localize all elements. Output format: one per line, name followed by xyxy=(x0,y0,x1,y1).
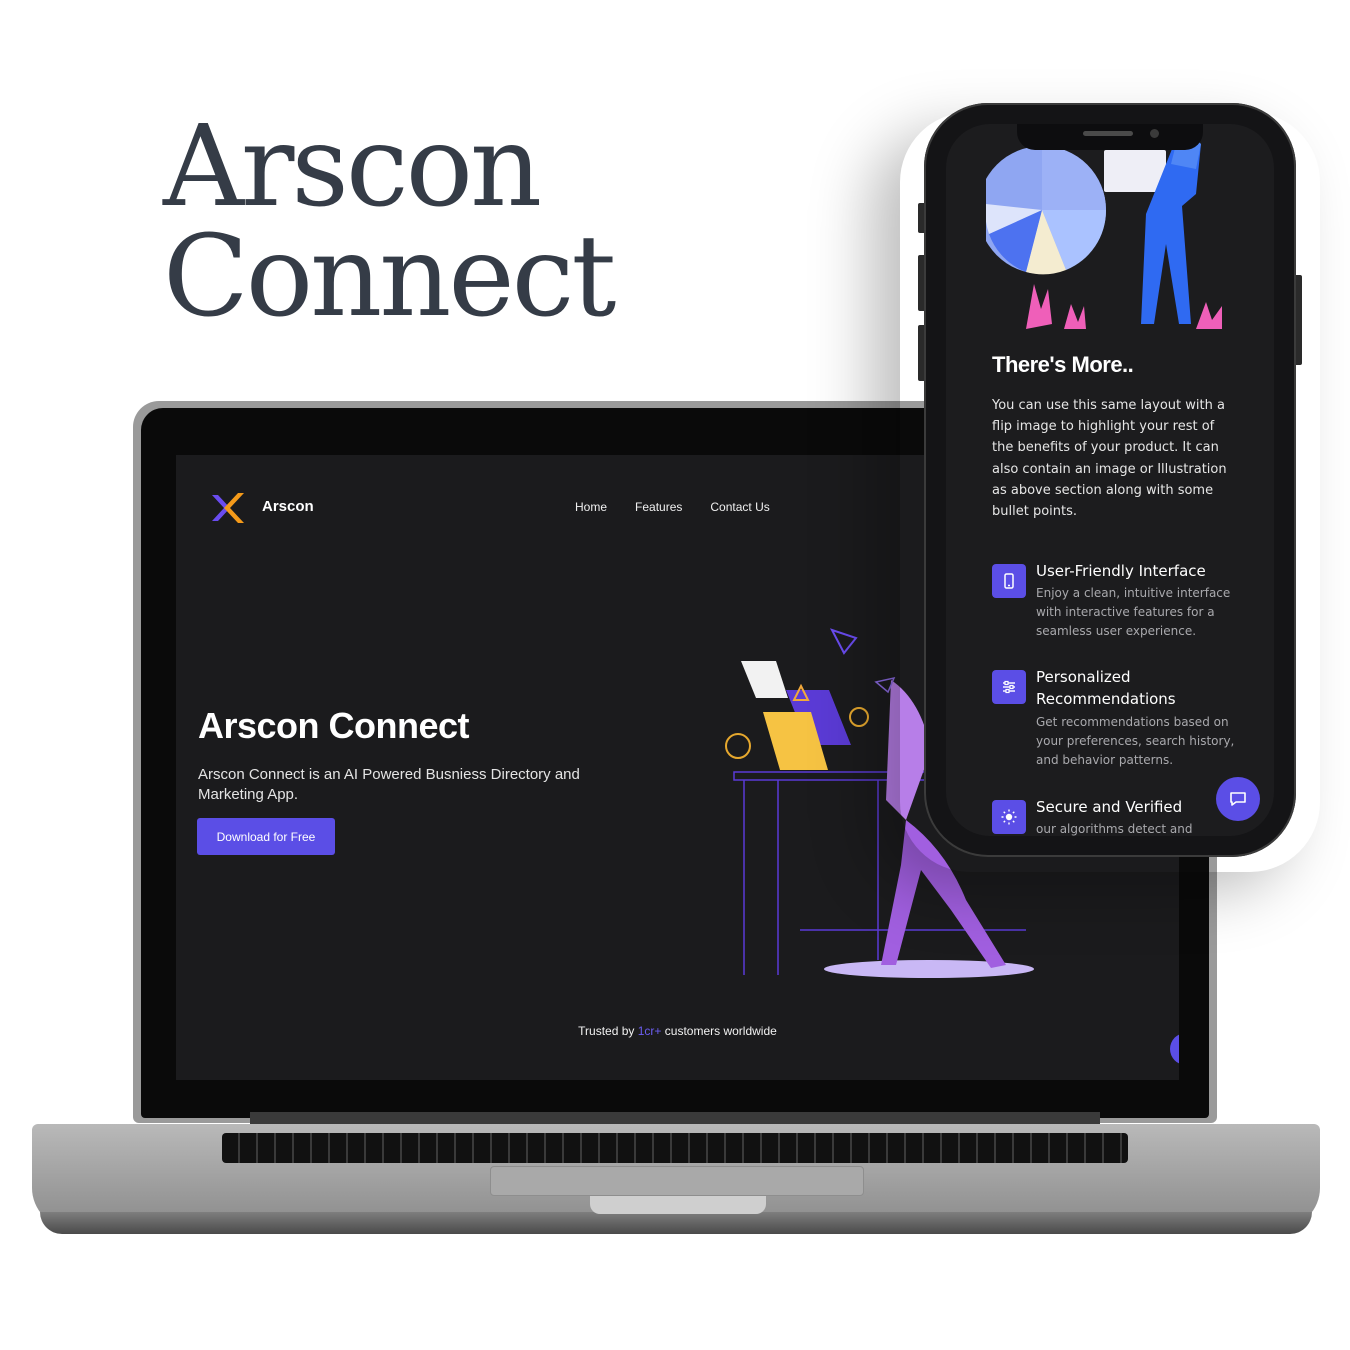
phone-notch xyxy=(1017,124,1203,150)
feature-title: User-Friendly Interface xyxy=(1036,562,1206,580)
arscon-logo-icon[interactable] xyxy=(208,489,248,527)
laptop-base-lip xyxy=(40,1212,1312,1234)
laptop-trackpad xyxy=(490,1166,864,1196)
phone-speaker xyxy=(1083,131,1133,136)
section-description: You can use this same layout with a flip… xyxy=(992,398,1227,520)
download-button[interactable]: Download for Free xyxy=(197,818,335,855)
feature-description: our algorithms detect and xyxy=(1036,822,1193,836)
brand-name[interactable]: Arscon xyxy=(262,498,314,515)
smartphone-icon xyxy=(992,564,1026,598)
sliders-icon xyxy=(992,670,1026,704)
trust-line: Trusted by 1cr+ customers worldwide xyxy=(176,1024,1179,1038)
nav-contact-us[interactable]: Contact Us xyxy=(710,500,769,514)
section-title: There's More.. xyxy=(992,352,1134,377)
chat-button[interactable] xyxy=(1216,777,1260,821)
trust-prefix: Trusted by xyxy=(578,1024,638,1038)
trust-suffix: customers worldwide xyxy=(661,1024,777,1038)
feature-description: Get recommendations based on your prefer… xyxy=(1036,715,1235,767)
trust-highlight: 1cr+ xyxy=(637,1024,662,1038)
feature-title: Personalized Recommendations xyxy=(1036,668,1176,708)
feature-description: Enjoy a clean, intuitive interface with … xyxy=(1036,586,1231,638)
phone-screen: There's More.. You can use this same lay… xyxy=(946,124,1274,836)
nav-features[interactable]: Features xyxy=(635,500,682,514)
laptop-keyboard xyxy=(222,1133,1128,1163)
hero-description: Arscon Connect is an AI Powered Busniess… xyxy=(198,766,580,803)
feature-title: Secure and Verified xyxy=(1036,798,1183,816)
sun-icon xyxy=(992,800,1026,834)
nav-home[interactable]: Home xyxy=(575,500,607,514)
hero-title: Arscon Connect xyxy=(198,705,470,746)
phone-camera xyxy=(1150,129,1159,138)
laptop-lid-notch xyxy=(590,1196,766,1214)
chart-person-illustration xyxy=(986,124,1222,329)
chat-bubble-icon xyxy=(1230,792,1246,806)
top-nav: Home Features Contact Us xyxy=(575,500,770,514)
